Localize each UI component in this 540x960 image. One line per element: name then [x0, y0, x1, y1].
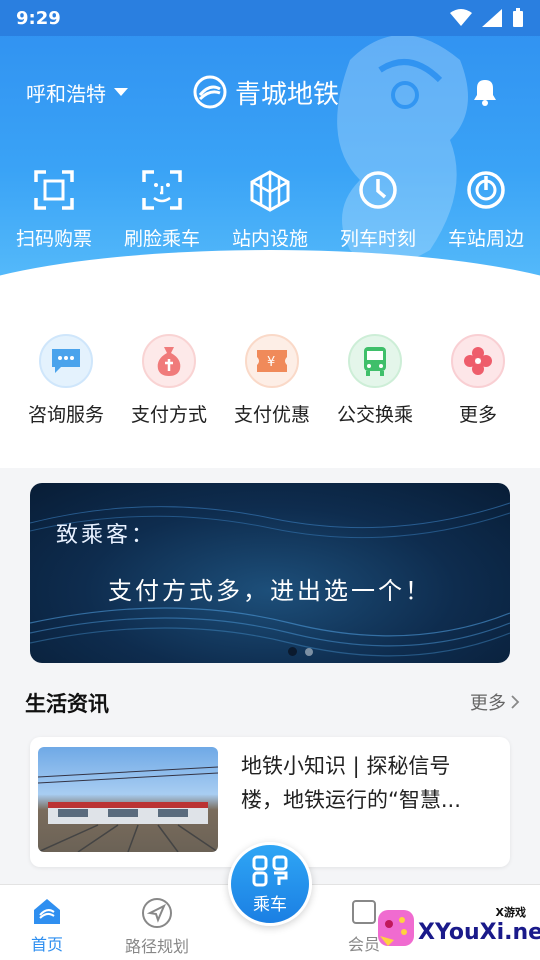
- metro-logo-icon: [193, 75, 227, 109]
- tab-label: 路径规划: [124, 937, 189, 956]
- site-watermark: X游戏 XYouXi.net: [372, 898, 540, 958]
- navigation-icon: [142, 898, 172, 928]
- service-discount[interactable]: ¥ 支付优惠: [221, 334, 323, 468]
- quick-facilities[interactable]: 站内设施: [216, 168, 324, 251]
- service-label: 支付方式: [130, 404, 207, 426]
- news-thumbnail: [38, 747, 218, 852]
- quick-nearby[interactable]: 车站周边: [432, 168, 540, 251]
- scan-icon: [34, 170, 74, 210]
- quick-scan-ticket[interactable]: 扫码购票: [0, 168, 108, 251]
- more-icon: [451, 334, 505, 388]
- tab-label: 首页: [30, 935, 63, 954]
- quick-timetable[interactable]: 列车时刻: [324, 168, 432, 251]
- top-row: 呼和浩特 青城地铁: [0, 70, 540, 114]
- chat-icon: [39, 334, 93, 388]
- nearby-icon: [467, 171, 505, 209]
- brand: 青城地铁: [193, 74, 339, 111]
- quick-label: 刷脸乘车: [123, 228, 200, 250]
- quick-actions: 扫码购票 刷脸乘车 站内设施 列车时刻 车站周边: [0, 168, 540, 251]
- watermark-text: XYouXi.net: [418, 920, 540, 945]
- signal-icon: [482, 9, 502, 27]
- news-section-title: 生活资讯: [25, 692, 109, 716]
- banner-greeting: 致乘客：: [56, 523, 157, 548]
- battery-icon: [513, 8, 523, 27]
- status-time: 9:29: [16, 7, 61, 29]
- header-area: [0, 0, 540, 310]
- news-more-link[interactable]: 更多: [470, 689, 520, 715]
- gamepad-logo-icon: [378, 910, 414, 946]
- carousel-dot-active[interactable]: [288, 647, 297, 656]
- clock-icon: [359, 171, 397, 209]
- quick-label: 列车时刻: [339, 228, 416, 250]
- services-grid: 咨询服务 支付方式 ¥ 支付优惠 公交换乘 更多: [0, 310, 540, 468]
- quick-label: 车站周边: [447, 228, 524, 250]
- bell-icon[interactable]: [468, 74, 502, 108]
- city-name: 呼和浩特: [26, 81, 106, 106]
- service-payment[interactable]: 支付方式: [118, 334, 220, 468]
- banner-message: 支付方式多，进出选一个！: [108, 577, 432, 605]
- tab-route-planning[interactable]: 路径规划: [107, 897, 207, 957]
- brand-name: 青城地铁: [235, 79, 340, 110]
- coupon-icon: ¥: [245, 334, 299, 388]
- face-scan-icon: [142, 170, 182, 210]
- wifi-icon: [450, 9, 472, 26]
- service-label: 更多: [458, 404, 497, 426]
- tab-home[interactable]: 首页: [0, 897, 97, 955]
- chevron-right-icon: [511, 695, 520, 709]
- carousel-dots: [288, 647, 313, 656]
- service-label: 支付优惠: [233, 404, 310, 426]
- promo-banner[interactable]: 致乘客： 支付方式多，进出选一个！: [30, 483, 510, 663]
- service-label: 公交换乘: [336, 404, 413, 426]
- service-more[interactable]: 更多: [427, 334, 529, 468]
- city-selector[interactable]: 呼和浩特: [26, 78, 128, 107]
- svg-text:¥: ¥: [267, 355, 275, 370]
- home-icon: [34, 899, 60, 924]
- service-bus-transfer[interactable]: 公交换乘: [324, 334, 426, 468]
- news-more-label: 更多: [470, 693, 506, 714]
- carousel-dot[interactable]: [305, 647, 313, 656]
- service-label: 咨询服务: [27, 404, 104, 426]
- status-icons: [450, 8, 524, 28]
- bus-icon: [348, 334, 402, 388]
- ride-button[interactable]: 乘车: [228, 842, 312, 926]
- ride-label: 乘车: [253, 894, 287, 915]
- facilities-icon: [250, 170, 290, 212]
- quick-label: 站内设施: [231, 228, 308, 250]
- status-bar: 9:29: [0, 0, 540, 36]
- watermark-small-text: X游戏: [495, 906, 526, 919]
- service-consult[interactable]: 咨询服务: [15, 334, 117, 468]
- caret-down-icon: [114, 88, 128, 96]
- qr-code-icon: [252, 855, 288, 886]
- money-bag-icon: [142, 334, 196, 388]
- news-headline: 地铁小知识 | 探秘信号楼，地铁运行的“智慧...: [241, 754, 461, 812]
- quick-face-ride[interactable]: 刷脸乘车: [108, 168, 216, 251]
- quick-label: 扫码购票: [15, 228, 92, 250]
